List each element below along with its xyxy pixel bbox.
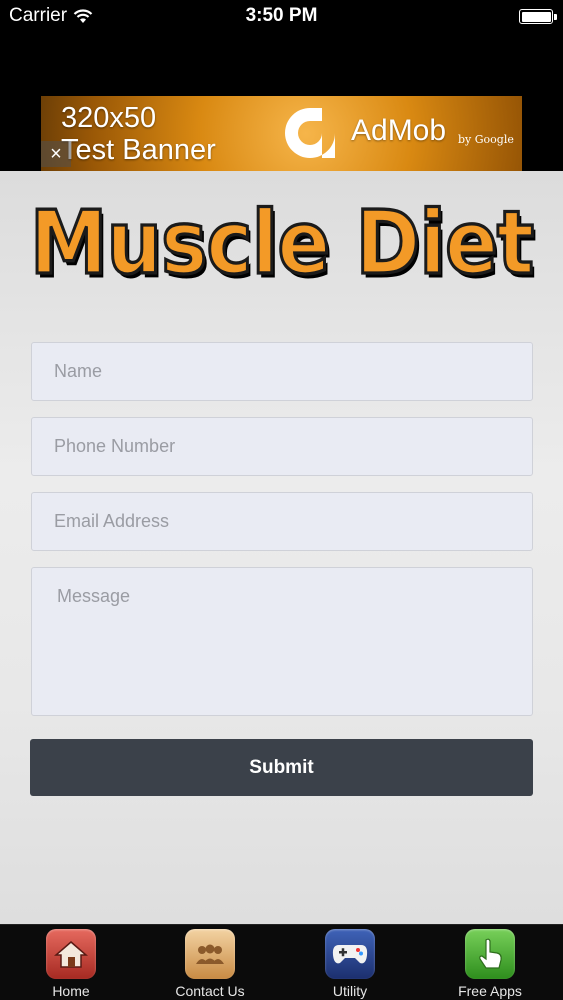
admob-logo-icon [285,108,335,158]
pointing-hand-icon [465,929,515,979]
battery-tip [554,13,557,20]
people-icon [185,929,235,979]
name-input[interactable] [31,342,533,401]
ad-brand: AdMob [351,114,447,147]
app-logo: Muscle Diet [28,192,535,296]
message-textarea[interactable] [31,567,533,716]
tab-home[interactable]: Home [16,929,126,1000]
tab-contact-us-label: Contact Us [175,983,245,999]
status-time: 3:50 PM [245,5,318,26]
ad-by-google: by Google [458,133,514,146]
ad-close-button[interactable]: × [41,141,71,167]
ad-banner[interactable]: 320x50 Test Banner × AdMob by Google [41,96,522,171]
battery-fill [521,11,551,22]
submit-button[interactable]: Submit [30,739,533,796]
tab-home-label: Home [52,983,90,999]
ad-size-text: 320x50 Test Banner [61,102,216,166]
home-icon [46,929,96,979]
email-address-input[interactable] [31,492,533,551]
battery-icon [519,9,557,24]
tab-utility-label: Utility [332,983,368,999]
phone-number-input[interactable] [31,417,533,476]
tab-contact-us[interactable]: Contact Us [155,929,265,1000]
tab-free-apps-label: Free Apps [458,983,522,999]
tab-utility[interactable]: Utility [295,929,405,1000]
gamepad-icon [325,929,375,979]
navigation-bar [0,34,563,96]
status-bar: Carrier 3:50 PM [0,0,563,34]
tab-bar: Home Contact Us Utility Free Apps [0,924,563,1000]
contact-content: Muscle Diet Submit [0,171,563,924]
ad-size-line1: 320x50 [61,102,157,134]
ad-size-line2: Test Banner [61,134,216,166]
tab-free-apps[interactable]: Free Apps [435,929,545,1000]
